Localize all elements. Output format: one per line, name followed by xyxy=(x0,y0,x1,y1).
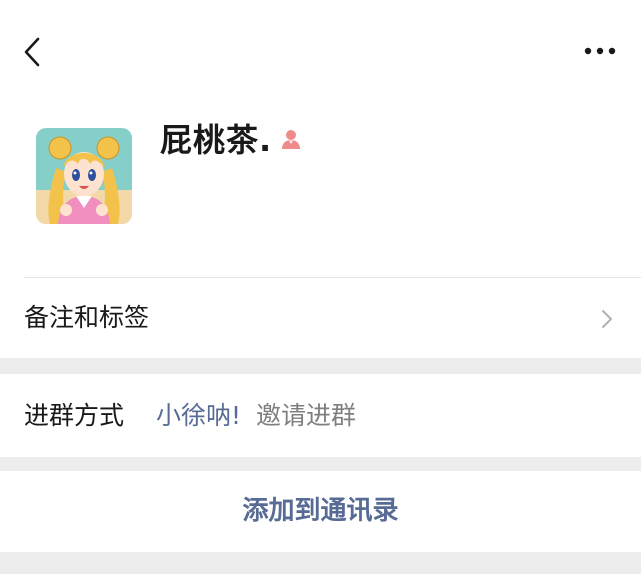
chevron-left-icon xyxy=(24,37,40,67)
add-to-contacts-label: 添加到通讯录 xyxy=(242,496,399,526)
remark-and-tags-row[interactable]: 备注和标签 xyxy=(0,278,641,358)
anime-avatar-image xyxy=(36,128,132,224)
nickname: 屁桃茶. xyxy=(160,121,273,159)
remark-and-tags-label: 备注和标签 xyxy=(24,303,150,332)
inviter-link[interactable]: 小徐呐! xyxy=(156,374,241,457)
chevron-right-icon xyxy=(602,310,612,328)
back-button[interactable] xyxy=(18,34,48,70)
join-method-suffix: 邀请进群 xyxy=(256,401,357,430)
profile-card: 屁桃茶. 备注和标签 xyxy=(0,0,641,358)
join-method-label: 进群方式 xyxy=(24,401,125,430)
contact-profile-screen: 屁桃茶. 备注和标签 进群方式 小徐呐! 邀请进群 添加到通讯录 xyxy=(0,0,641,574)
more-button[interactable] xyxy=(580,38,620,64)
add-to-contacts-button[interactable]: 添加到通讯录 xyxy=(0,471,641,552)
join-method-row: 进群方式 小徐呐! 邀请进群 xyxy=(0,374,641,457)
avatar[interactable] xyxy=(36,128,132,224)
female-gender-icon xyxy=(280,128,302,150)
more-dots-icon xyxy=(584,47,616,55)
